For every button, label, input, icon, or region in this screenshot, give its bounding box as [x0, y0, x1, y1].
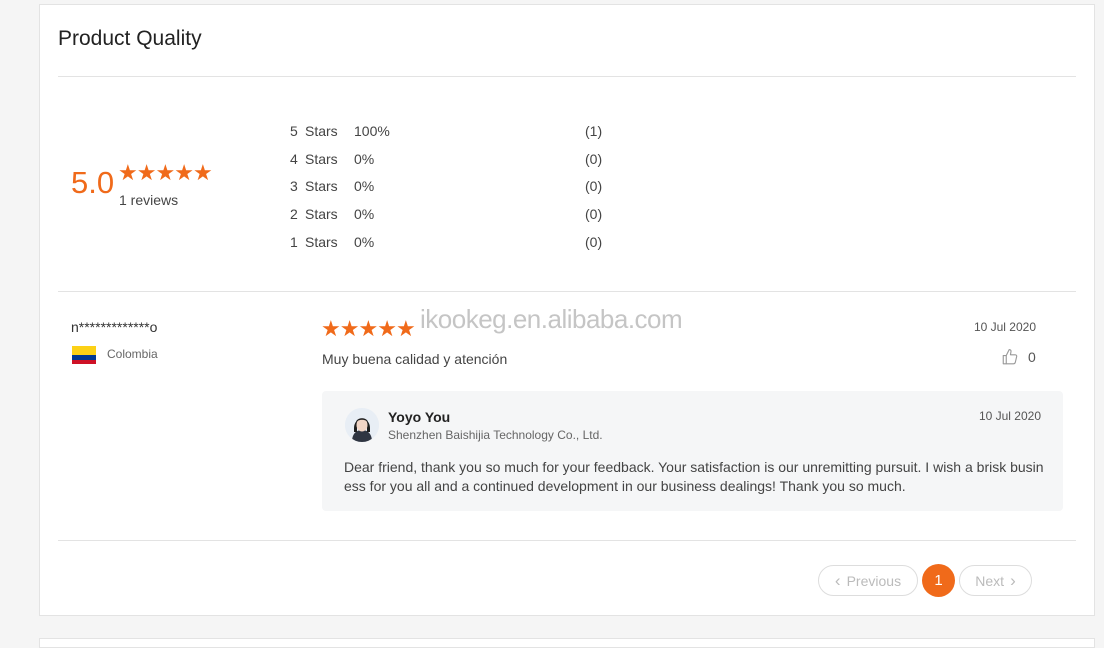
- previous-label: Previous: [846, 572, 902, 589]
- star-label: Stars: [305, 178, 338, 195]
- colombia-flag-icon: [72, 346, 96, 364]
- star-icon: ★: [339, 316, 360, 341]
- like-count: 0: [1028, 349, 1036, 365]
- star-count: (0): [585, 233, 603, 250]
- chevron-right-icon: ›: [1010, 571, 1016, 590]
- star-icon: ★: [377, 316, 397, 341]
- star-icon: ★: [118, 160, 138, 185]
- next-section-card: [39, 638, 1095, 648]
- star-level: 1: [290, 233, 298, 250]
- reply-text: Dear friend, thank you so much for your …: [344, 459, 1044, 494]
- star-percent: 0%: [354, 206, 375, 223]
- next-page-button[interactable]: Next ›: [959, 565, 1032, 596]
- star-label: Stars: [305, 123, 338, 139]
- divider: [58, 291, 1076, 292]
- divider: [58, 76, 1076, 77]
- star-count: (0): [585, 206, 603, 223]
- reviewer-country: Colombia: [107, 347, 158, 361]
- chevron-left-icon: ‹: [834, 571, 841, 590]
- star-icon: ★: [192, 160, 213, 185]
- section-title: Product Quality: [58, 27, 202, 50]
- star-label: Stars: [305, 150, 338, 167]
- review-text: Muy buena calidad y atención: [322, 351, 508, 367]
- like-button[interactable]: 0: [1001, 348, 1036, 366]
- star-percent: 0%: [354, 150, 375, 167]
- star-count: (0): [585, 178, 603, 195]
- reviewer-name: n*************o: [71, 319, 158, 335]
- review-date: 10 Jul 2020: [973, 320, 1036, 334]
- next-label: Next: [975, 572, 1005, 589]
- star-icon: ★: [136, 160, 157, 185]
- avatar: [345, 408, 379, 442]
- star-level: 4: [290, 150, 298, 167]
- pagination: ‹ Previous 1 Next ›: [818, 564, 1032, 597]
- watermark: ikookeg.en.alibaba.com: [420, 304, 683, 334]
- reply-author-name: Yoyo You: [388, 409, 451, 425]
- star-icon: ★: [174, 160, 194, 185]
- thumbs-up-icon: [1002, 348, 1018, 365]
- reply-company: Shenzhen Baishijia Technology Co., Ltd.: [388, 428, 603, 442]
- reply-date: 10 Jul 2020: [978, 409, 1041, 423]
- star-level: 5: [290, 123, 298, 139]
- star-level: 3: [290, 178, 298, 195]
- star-label: Stars: [305, 233, 338, 250]
- star-count: (0): [585, 150, 603, 167]
- star-count: (1): [585, 123, 603, 139]
- star-icon: ★: [155, 160, 175, 185]
- page-1-button[interactable]: 1: [922, 564, 955, 597]
- star-icon: ★: [395, 316, 416, 341]
- seller-reply: Yoyo You Shenzhen Baishijia Technology C…: [322, 391, 1063, 511]
- star-label: Stars: [305, 206, 338, 223]
- review-rating-stars: ★ ★ ★ ★ ★: [321, 316, 416, 342]
- star-icon: ★: [321, 316, 341, 341]
- star-percent: 0%: [354, 178, 375, 195]
- star-icon: ★: [358, 316, 378, 341]
- star-percent: 100%: [354, 123, 390, 139]
- previous-page-button[interactable]: ‹ Previous: [818, 565, 918, 596]
- review-count: 1 reviews: [119, 192, 179, 208]
- divider: [58, 540, 1076, 541]
- average-score: 5.0: [71, 165, 115, 200]
- star-level: 2: [290, 206, 298, 223]
- star-percent: 0%: [354, 233, 375, 250]
- average-rating-stars: ★ ★ ★ ★ ★: [118, 160, 213, 186]
